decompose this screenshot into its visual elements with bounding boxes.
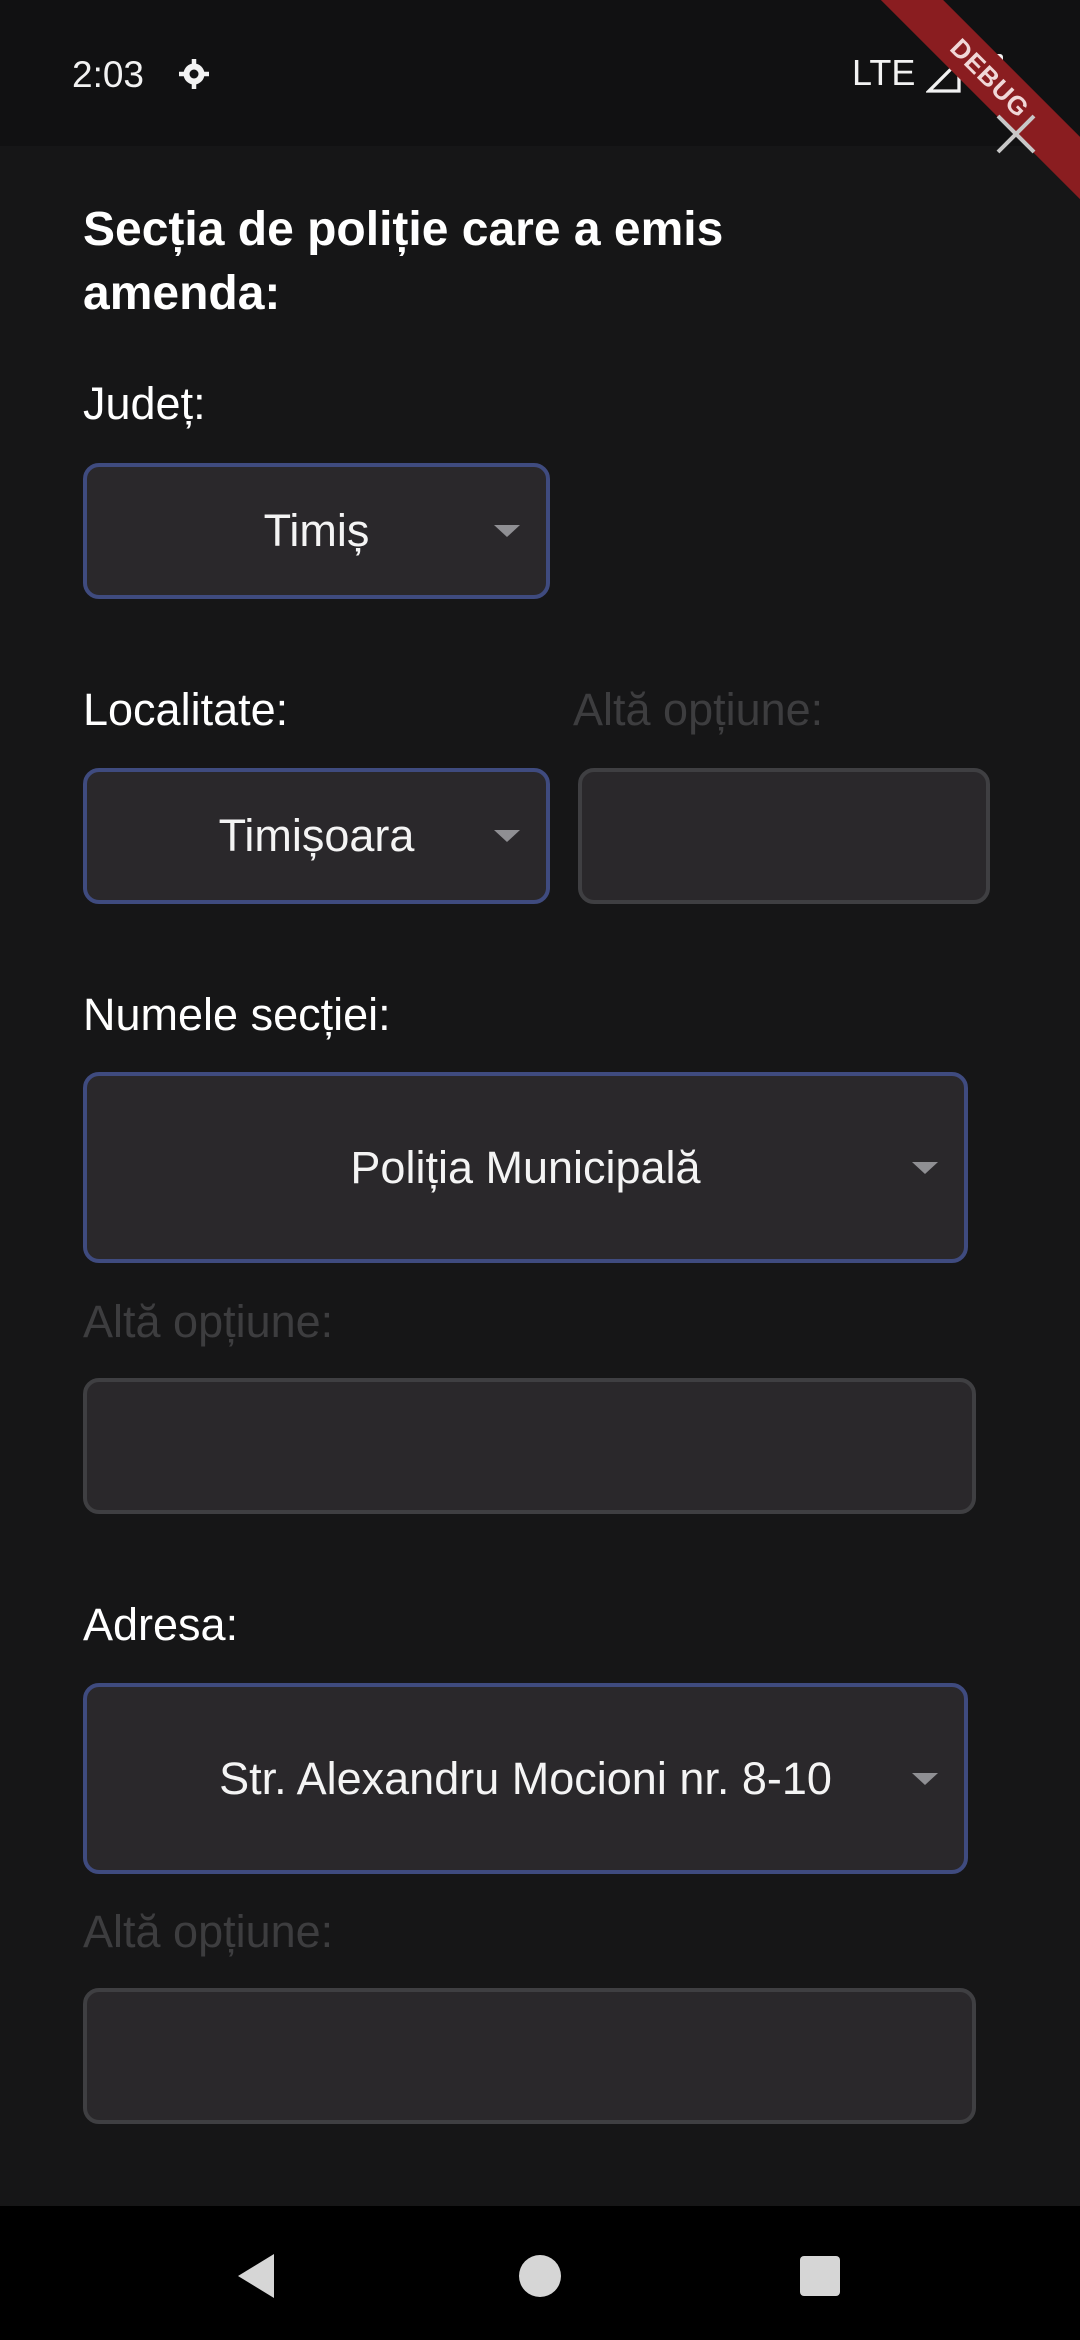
home-button[interactable] [519, 2255, 561, 2297]
localitate-label: Localitate: [83, 684, 289, 735]
adresa-alt-label: Altă opțiune: [83, 1906, 334, 1957]
localitate-alt-label: Altă opțiune: [573, 684, 824, 735]
adresa-value: Str. Alexandru Mocioni nr. 8-10 [219, 1752, 832, 1804]
localitate-alt-field[interactable] [578, 768, 990, 904]
dropdown-arrow-icon [494, 525, 520, 537]
judet-label: Județ: [83, 378, 206, 429]
judet-value: Timiș [263, 505, 370, 556]
navigation-bar [0, 2206, 1080, 2340]
sectie-label: Numele secției: [83, 989, 391, 1040]
network-type: LTE [852, 52, 916, 93]
dropdown-arrow-icon [912, 1161, 938, 1174]
page-title: Secția de poliție care a emis amenda: [83, 203, 724, 320]
adresa-label: Adresa: [83, 1599, 239, 1650]
localitate-value: Timișoara [218, 810, 415, 861]
back-icon [238, 2254, 274, 2298]
adresa-alt-field[interactable] [83, 1988, 976, 2124]
close-button[interactable] [986, 104, 1046, 164]
dropdown-arrow-icon [912, 1772, 938, 1785]
back-button[interactable] [234, 2252, 278, 2305]
dropdown-arrow-icon [494, 830, 520, 842]
close-icon [996, 114, 1036, 154]
sectie-dropdown[interactable]: Poliția Municipală [83, 1072, 968, 1263]
judet-dropdown[interactable]: Timiș [83, 463, 550, 599]
sectie-alt-field[interactable] [83, 1378, 976, 1514]
sectie-value: Poliția Municipală [350, 1141, 701, 1193]
localitate-dropdown[interactable]: Timișoara [83, 768, 550, 904]
settings-gear-icon [176, 56, 212, 97]
adresa-dropdown[interactable]: Str. Alexandru Mocioni nr. 8-10 [83, 1683, 968, 1874]
status-time: 2:03 [72, 54, 145, 95]
recents-button[interactable] [800, 2256, 840, 2296]
sectie-alt-label: Altă opțiune: [83, 1296, 334, 1347]
